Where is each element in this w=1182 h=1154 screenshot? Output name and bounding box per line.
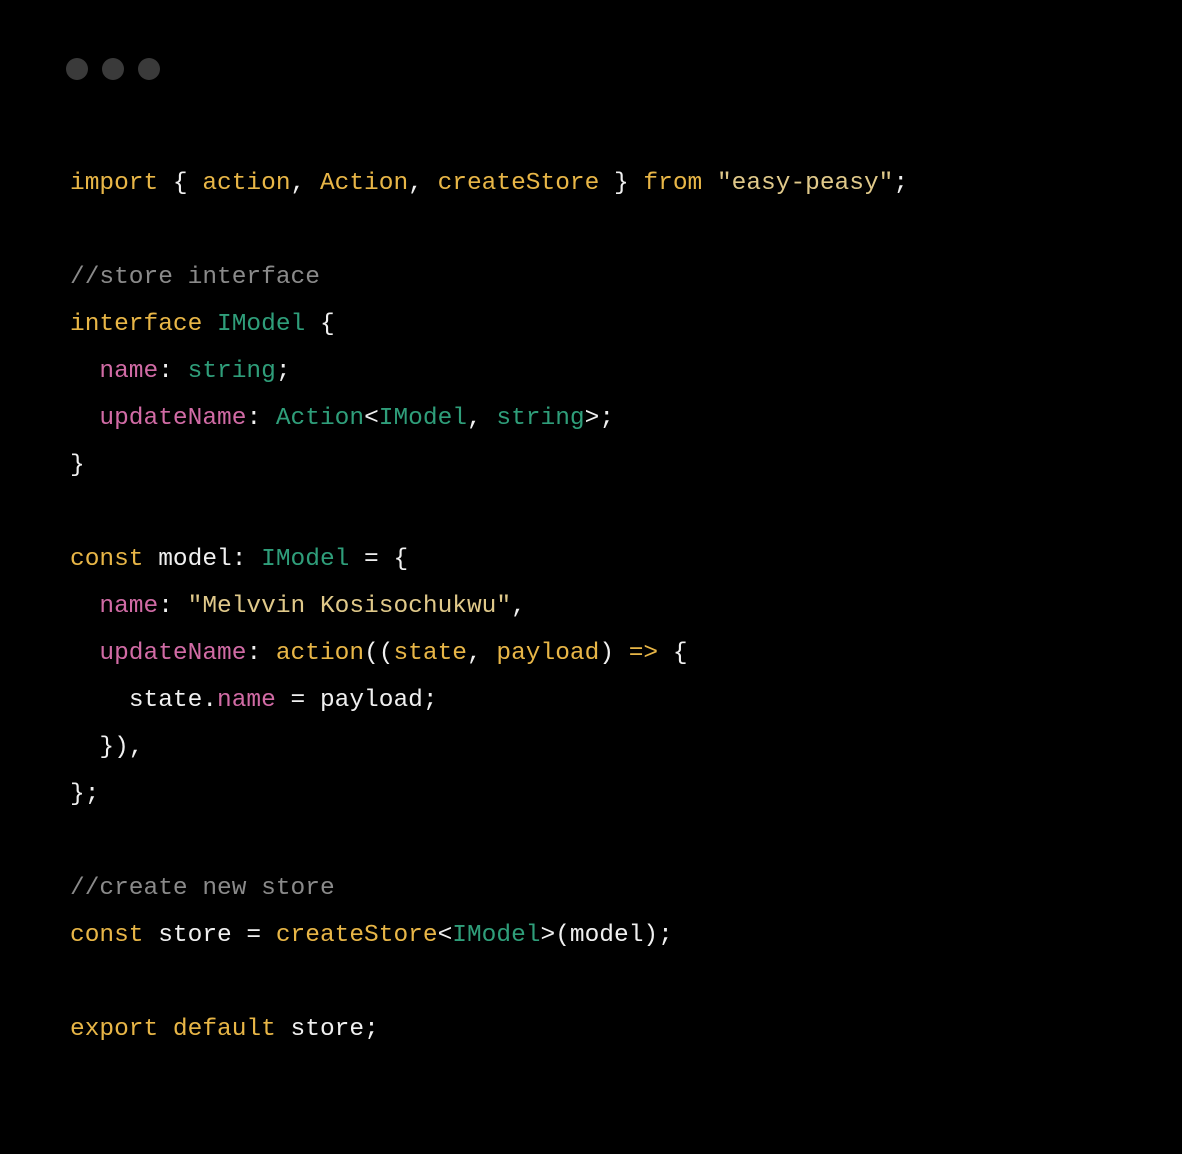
window-titlebar (0, 0, 1182, 80)
code-line-10: name: "Melvvin Kosisochukwu", (70, 593, 526, 620)
editor-window: import { action, Action, createStore } f… (0, 0, 1182, 1154)
string-literal: "Melvvin Kosisochukwu" (188, 593, 511, 620)
code-line-3: //store interface (70, 264, 320, 291)
code-line-11: updateName: action((state, payload) => { (70, 640, 688, 667)
comment: //create new store (70, 875, 335, 902)
identifier: model (570, 922, 644, 949)
type-name: IModel (452, 922, 540, 949)
type-name: Action (276, 405, 364, 432)
traffic-light-close-icon[interactable] (66, 58, 88, 80)
property-access: name (217, 687, 276, 714)
keyword-from: from (643, 170, 702, 197)
arrow: => (629, 640, 658, 667)
keyword-const: const (70, 546, 144, 573)
property-key: updateName (99, 640, 246, 667)
type-name: IModel (217, 311, 305, 338)
code-line-4: interface IModel { (70, 311, 335, 338)
code-line-17: const store = createStore<IModel>(model)… (70, 922, 673, 949)
code-line-19: export default store; (70, 1016, 379, 1043)
parameter: state (393, 640, 467, 667)
keyword-default: default (173, 1016, 276, 1043)
code-line-13: }), (70, 734, 144, 761)
function-call: createStore (276, 922, 438, 949)
code-line-9: const model: IModel = { (70, 546, 408, 573)
code-line-6: updateName: Action<IModel, string>; (70, 405, 614, 432)
string-literal: "easy-peasy" (717, 170, 893, 197)
property-key: name (99, 593, 158, 620)
type-name: IModel (261, 546, 349, 573)
identifier: model (158, 546, 232, 573)
code-line-16: //create new store (70, 875, 335, 902)
identifier: payload (320, 687, 423, 714)
traffic-light-minimize-icon[interactable] (102, 58, 124, 80)
code-line-7: } (70, 452, 85, 479)
property-key: updateName (99, 405, 246, 432)
type-name: IModel (379, 405, 467, 432)
keyword-const: const (70, 922, 144, 949)
property-key: name (99, 358, 158, 385)
code-line-12: state.name = payload; (70, 687, 438, 714)
parameter: payload (496, 640, 599, 667)
traffic-light-maximize-icon[interactable] (138, 58, 160, 80)
identifier: state (129, 687, 203, 714)
identifier: store (158, 922, 232, 949)
code-editor[interactable]: import { action, Action, createStore } f… (0, 80, 1182, 1053)
keyword-interface: interface (70, 311, 202, 338)
code-line-14: }; (70, 781, 99, 808)
type-name: string (188, 358, 276, 385)
identifier: store (291, 1016, 365, 1043)
keyword-import: import (70, 170, 158, 197)
function-call: action (276, 640, 364, 667)
keyword-export: export (70, 1016, 158, 1043)
comment: //store interface (70, 264, 320, 291)
code-line-1: import { action, Action, createStore } f… (70, 170, 908, 197)
code-line-5: name: string; (70, 358, 291, 385)
type-name: string (496, 405, 584, 432)
